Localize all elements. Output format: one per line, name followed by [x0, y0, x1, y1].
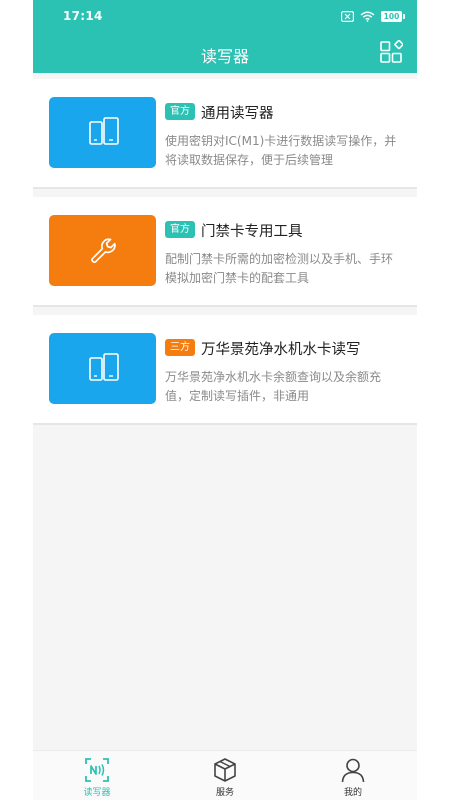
wrench-icon — [90, 237, 116, 263]
card-description: 配制门禁卡所需的加密检测以及手机、手环模拟加密门禁卡的配套工具 — [165, 252, 394, 285]
card-title: 万华景苑净水机水卡读写 — [201, 342, 361, 358]
card-thumbnail — [49, 333, 156, 404]
apps-grid-icon[interactable] — [379, 40, 403, 64]
wifi-icon — [360, 11, 375, 22]
bottom-tab-bar: 读写器 服务 我的 — [33, 750, 417, 800]
card-description: 使用密钥对IC(M1)卡进行数据读写操作，并将读取数据保存，便于后续管理 — [165, 134, 397, 167]
card-thumbnail — [49, 97, 156, 168]
card-title: 通用读写器 — [201, 106, 274, 122]
sim-blocked-icon — [341, 10, 354, 22]
app-screen: 17:14 100 读写器 官方 通用读写器 使用密钥对IC(M1)卡进行数据读… — [33, 0, 417, 800]
card-water-card-reader[interactable]: 三方 万华景苑净水机水卡读写 万华景苑净水机水卡余额查询以及余额充值，定制读写插… — [33, 315, 417, 425]
app-header: 17:14 100 读写器 — [33, 0, 417, 73]
card-list: 官方 通用读写器 使用密钥对IC(M1)卡进行数据读写操作，并将读取数据保存，便… — [33, 73, 417, 425]
card-description: 万华景苑净水机水卡余额查询以及余额充值，定制读写插件，非通用 — [165, 370, 382, 403]
person-icon — [341, 758, 365, 783]
official-tag: 官方 — [165, 103, 195, 120]
phone-card-icon — [88, 116, 119, 145]
tab-label: 服务 — [215, 788, 234, 798]
battery-level: 100 — [381, 10, 402, 22]
tab-label: 读写器 — [83, 788, 111, 798]
tab-label: 我的 — [343, 788, 362, 798]
cube-icon — [214, 758, 236, 782]
third-party-tag: 三方 — [165, 339, 195, 356]
card-thumbnail — [49, 215, 156, 286]
status-icons: 100 — [341, 9, 405, 23]
nfc-icon — [85, 758, 109, 782]
card-title: 门禁卡专用工具 — [201, 224, 303, 240]
tab-services[interactable]: 服务 — [161, 751, 289, 800]
status-time: 17:14 — [63, 9, 103, 23]
tab-reader[interactable]: 读写器 — [33, 751, 161, 800]
page-title: 读写器 — [200, 47, 249, 66]
card-access-card-tool[interactable]: 官方 门禁卡专用工具 配制门禁卡所需的加密检测以及手机、手环模拟加密门禁卡的配套… — [33, 197, 417, 307]
tab-mine[interactable]: 我的 — [289, 751, 417, 800]
phone-card-icon — [88, 352, 119, 381]
official-tag: 官方 — [165, 221, 195, 238]
card-general-reader[interactable]: 官方 通用读写器 使用密钥对IC(M1)卡进行数据读写操作，并将读取数据保存，便… — [33, 79, 417, 189]
battery-icon: 100 — [381, 10, 405, 22]
